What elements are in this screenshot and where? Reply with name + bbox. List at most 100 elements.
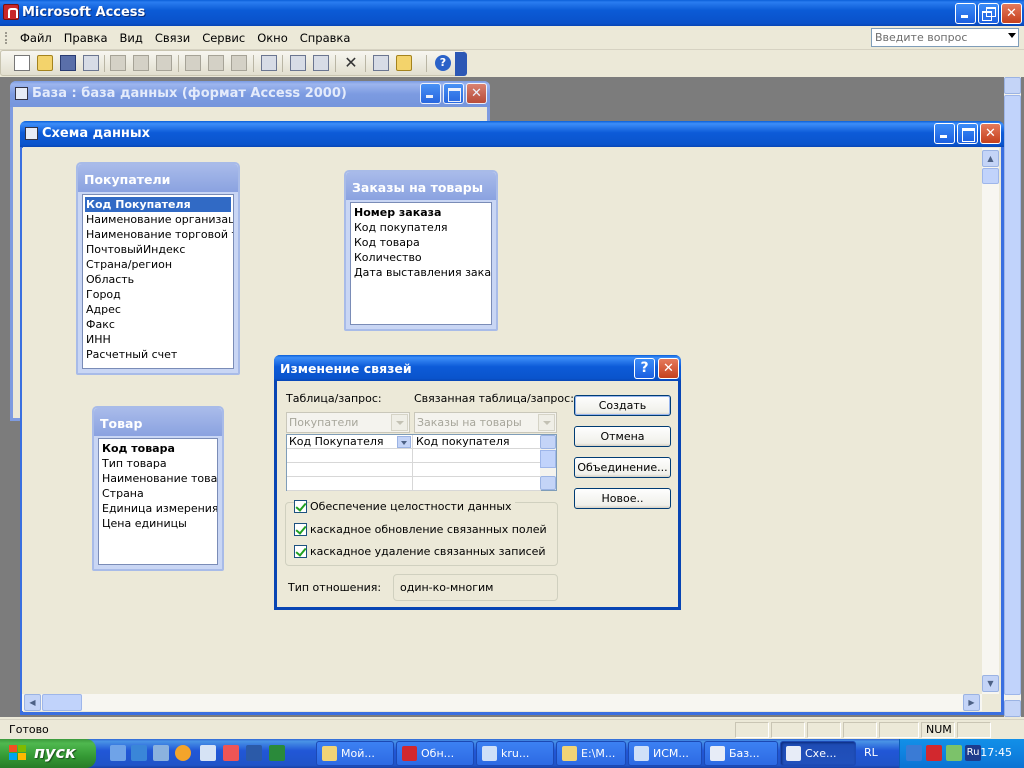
scroll-thumb[interactable] [1004, 95, 1021, 695]
close-button[interactable]: ✕ [1001, 3, 1022, 24]
db-minimize-button[interactable] [420, 83, 441, 104]
table-customers[interactable]: Покупатели Код Покупателя Наименование о… [76, 162, 240, 375]
grid-scrollbar[interactable] [540, 435, 556, 490]
db-close-button[interactable]: ✕ [466, 83, 487, 104]
left-field-cell[interactable] [287, 463, 413, 477]
quicklaunch-icon[interactable] [110, 745, 126, 761]
right-field-cell[interactable] [414, 477, 541, 491]
internet-explorer-icon[interactable] [131, 745, 147, 761]
print-icon[interactable] [110, 55, 126, 71]
chevron-down-icon[interactable] [397, 436, 411, 448]
table-row[interactable] [287, 449, 541, 463]
schema-close-button[interactable]: ✕ [980, 123, 1001, 144]
open-icon[interactable] [37, 55, 53, 71]
excel-icon[interactable] [269, 745, 285, 761]
field-item[interactable]: Тип товара [101, 456, 215, 471]
save-icon[interactable] [60, 55, 76, 71]
taskbar-item-active[interactable]: Схе... [780, 741, 856, 766]
new-icon[interactable] [14, 55, 30, 71]
database-window-titlebar[interactable]: База : база данных (формат Access 2000) … [10, 81, 490, 107]
preview-icon[interactable] [133, 55, 149, 71]
cancel-button[interactable]: Отмена [574, 426, 671, 447]
table-row[interactable] [287, 477, 541, 491]
show-direct-icon[interactable] [290, 55, 306, 71]
field-mapping-grid[interactable]: Код Покупателя Код покупателя [286, 434, 557, 491]
scroll-thumb[interactable] [42, 694, 82, 711]
field-item[interactable]: Область [85, 272, 231, 287]
menu-relationships[interactable]: Связи [149, 31, 196, 45]
paste-icon[interactable] [231, 55, 247, 71]
table-row[interactable] [287, 463, 541, 477]
new-relationship-button[interactable]: Новое.. [574, 488, 671, 509]
taskbar-item[interactable]: E:\М... [556, 741, 626, 766]
spelling-icon[interactable] [156, 55, 172, 71]
field-item[interactable]: Код товара [101, 441, 215, 456]
cascade-update-label[interactable]: каскадное обновление связанных полей [310, 523, 547, 536]
scroll-right-button[interactable]: ▶ [963, 694, 980, 711]
taskbar-item[interactable]: Баз... [704, 741, 778, 766]
show-table-icon[interactable] [261, 55, 277, 71]
menu-tools[interactable]: Сервис [196, 31, 251, 45]
field-item[interactable]: Наименование организации [85, 212, 233, 227]
kaspersky-icon[interactable] [926, 745, 942, 761]
quicklaunch-icon[interactable] [200, 745, 216, 761]
db-maximize-button[interactable] [443, 83, 464, 104]
scroll-thumb[interactable] [982, 168, 999, 184]
new-object-icon[interactable] [396, 55, 412, 71]
start-button[interactable]: пуск [0, 739, 96, 768]
table-products[interactable]: Товар Код товара Тип товара Наименование… [92, 406, 224, 571]
table-row[interactable]: Код Покупателя Код покупателя [287, 435, 541, 449]
media-player-icon[interactable] [175, 745, 191, 761]
left-field-cell[interactable] [287, 477, 413, 491]
field-item[interactable]: Номер заказа [353, 205, 489, 220]
cascade-delete-label[interactable]: каскадное удаление связанных записей [310, 545, 546, 558]
dialog-titlebar[interactable]: Изменение связей ? ✕ [274, 355, 681, 381]
help-icon[interactable]: ? [435, 55, 451, 71]
scroll-up-button[interactable]: ▲ [982, 150, 999, 167]
scroll-up-button[interactable] [540, 435, 556, 449]
menubar-grip[interactable] [5, 32, 8, 44]
search-icon[interactable] [83, 55, 99, 71]
cut-icon[interactable] [185, 55, 201, 71]
field-item[interactable]: Количество [353, 250, 489, 265]
help-icon[interactable]: ? [634, 358, 655, 379]
word-icon[interactable] [246, 745, 262, 761]
show-all-icon[interactable] [313, 55, 329, 71]
field-item[interactable]: Код товара [353, 235, 489, 250]
cascade-update-checkbox[interactable] [294, 523, 307, 536]
menu-edit[interactable]: Правка [58, 31, 114, 45]
minimize-button[interactable] [955, 3, 976, 24]
field-item[interactable]: Наименование торговой точк [85, 227, 233, 242]
quicklaunch-icon[interactable] [223, 745, 239, 761]
network-icon[interactable] [906, 745, 922, 761]
menu-view[interactable]: Вид [114, 31, 149, 45]
right-field-cell[interactable] [414, 449, 541, 463]
menu-file[interactable]: Файл [14, 31, 58, 45]
restore-button[interactable] [978, 3, 999, 24]
field-item[interactable]: Адрес [85, 302, 231, 317]
keyboard-layout-icon[interactable]: Ru [965, 745, 981, 761]
field-item[interactable]: Дата выставления заказа [353, 265, 491, 280]
scroll-down-button[interactable] [540, 476, 556, 490]
close-icon[interactable]: ✕ [658, 358, 679, 379]
field-item[interactable]: Наименование товара [101, 471, 217, 486]
field-item[interactable]: Код покупателя [353, 220, 489, 235]
mdi-vertical-scrollbar[interactable] [1004, 77, 1021, 717]
field-list[interactable]: Код Покупателя Наименование организации … [82, 194, 234, 369]
toolbar-options-chevron[interactable] [455, 52, 467, 76]
schema-horizontal-scrollbar[interactable]: ◀ ▶ [22, 694, 982, 711]
enforce-integrity-checkbox[interactable] [294, 500, 307, 513]
field-item[interactable]: Факс [85, 317, 231, 332]
menu-help[interactable]: Справка [294, 31, 357, 45]
field-list[interactable]: Номер заказа Код покупателя Код товара К… [350, 202, 492, 325]
database-window-icon[interactable] [373, 55, 389, 71]
right-field-cell[interactable] [414, 463, 541, 477]
left-field-cell[interactable]: Код Покупателя [287, 435, 413, 449]
taskbar-item[interactable]: Обн... [396, 741, 474, 766]
table-orders[interactable]: Заказы на товары Номер заказа Код покупа… [344, 170, 498, 331]
enforce-integrity-label[interactable]: Обеспечение целостности данных [310, 500, 515, 513]
field-item[interactable]: Цена единицы [101, 516, 215, 531]
table-title[interactable]: Товар [94, 408, 222, 436]
field-item[interactable]: Единица измерения [101, 501, 217, 516]
scroll-up-button[interactable] [1004, 77, 1021, 94]
